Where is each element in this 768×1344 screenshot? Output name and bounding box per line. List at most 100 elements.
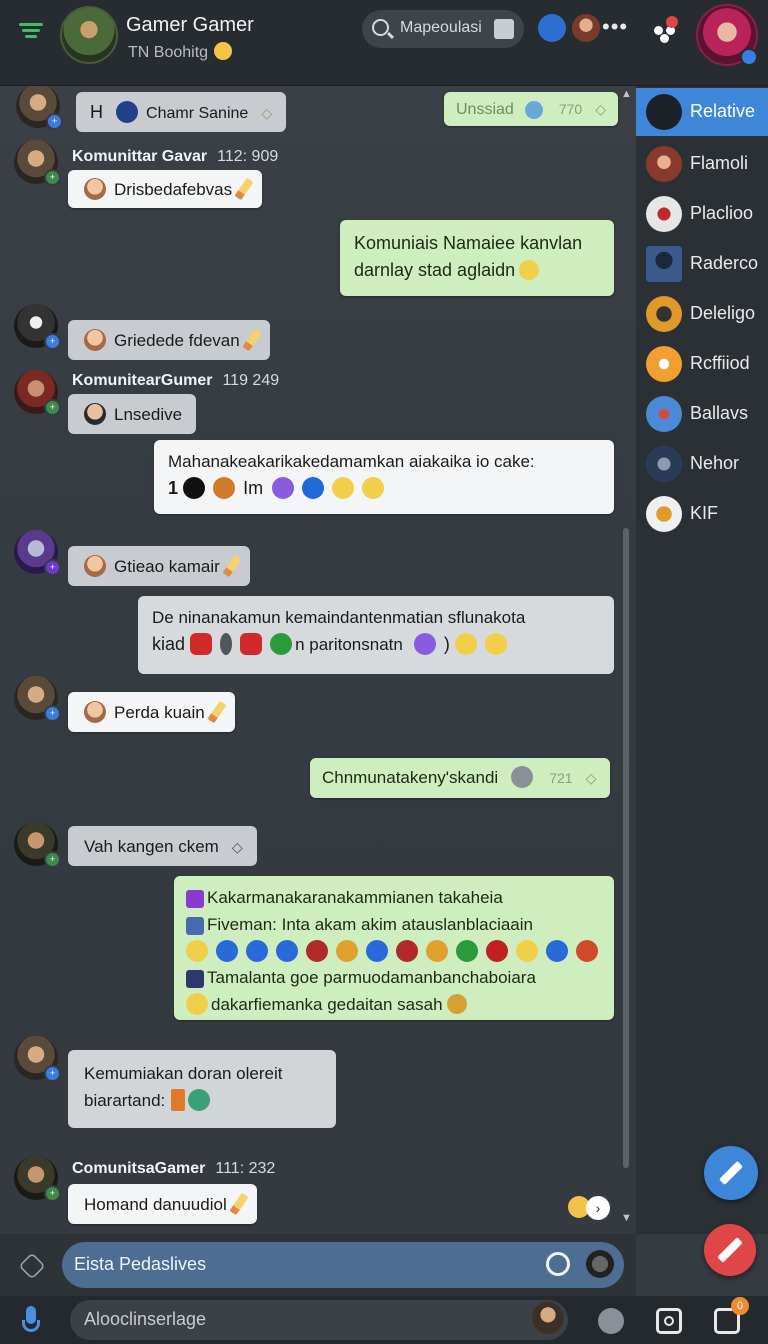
camera-icon[interactable] xyxy=(656,1308,682,1334)
message-bubble[interactable]: Kakarmanakaranakammianen takaheia Fivema… xyxy=(174,876,614,1020)
attach-icon[interactable] xyxy=(18,1252,46,1280)
message-bubble[interactable]: H Chamr Sanine ◇ xyxy=(76,92,287,132)
status-badge: + xyxy=(44,399,61,416)
message-text: Chamr Sanine xyxy=(146,105,249,122)
search-input[interactable]: Mapeoulasi xyxy=(362,10,524,48)
pencil-icon xyxy=(229,1192,249,1216)
message-bubble[interactable]: Kemumiakan doran olereit biarartand: xyxy=(68,1050,336,1128)
blue-emoji-icon xyxy=(276,940,299,962)
edit-button[interactable] xyxy=(704,1224,756,1276)
compose-button[interactable] xyxy=(704,1146,758,1200)
message-time: 111: 232 xyxy=(215,1160,276,1177)
message-time: 112: 909 xyxy=(217,148,279,165)
inbox-icon[interactable]: 0 xyxy=(714,1297,749,1334)
sender-avatar[interactable]: + xyxy=(16,86,63,130)
pencil-icon xyxy=(242,328,262,352)
sender-avatar[interactable]: + xyxy=(14,1036,61,1082)
sidebar-item-kif[interactable]: KIF xyxy=(636,490,768,538)
message-bubble[interactable]: Komuniais Namaiee kanvlan darnlay stad a… xyxy=(340,220,614,296)
more-icon[interactable]: ••• xyxy=(602,14,628,40)
profile-avatar[interactable] xyxy=(696,4,758,66)
scrollbar[interactable] xyxy=(623,528,629,1168)
chat-avatar[interactable] xyxy=(60,6,118,64)
friend-avatar[interactable] xyxy=(572,14,600,42)
pin-icon xyxy=(220,633,233,655)
message-list[interactable]: + H Chamr Sanine ◇ Unssiad 770 ◇ + Komun… xyxy=(0,86,636,1234)
message-line: n paritonsnatn xyxy=(295,635,403,654)
sidebar-item-nehor[interactable]: Nehor xyxy=(636,440,768,488)
sidebar-item-raderco[interactable]: Raderco xyxy=(636,240,768,288)
sticker-icon[interactable] xyxy=(546,1252,570,1276)
sender-avatar[interactable]: + xyxy=(14,822,61,868)
message-bubble[interactable]: De ninanakamun kemaindantenmatian sfluna… xyxy=(138,596,614,674)
sender-avatar[interactable]: + xyxy=(14,676,61,722)
gamepad-icon[interactable] xyxy=(598,1308,624,1334)
red-emoji-icon xyxy=(486,940,509,962)
mic-icon[interactable] xyxy=(18,1306,44,1336)
smile-emoji-icon xyxy=(454,633,477,655)
sidebar-item-placlioo[interactable]: Placlioo xyxy=(636,190,768,238)
green-emoji-icon xyxy=(188,1089,211,1111)
message-bubble[interactable]: Griedede fdevan xyxy=(68,320,270,360)
sender-avatar[interactable]: + xyxy=(14,530,61,576)
message-bubble[interactable]: Lnsedive xyxy=(68,394,197,434)
sidebar-item-rcffiiod[interactable]: Rcffiiod xyxy=(636,340,768,388)
sidebar-item-label: Relative xyxy=(690,101,756,121)
send-avatar-icon[interactable] xyxy=(586,1250,614,1278)
message-bubble[interactable]: Unssiad 770 ◇ xyxy=(444,92,618,126)
book-icon xyxy=(171,1089,186,1111)
face-icon xyxy=(84,403,106,425)
sender-avatar[interactable]: + xyxy=(14,304,61,350)
contact-avatar xyxy=(646,496,682,532)
sender-avatar[interactable]: + xyxy=(14,140,61,186)
message-bubble[interactable]: Vah kangen ckem ◇ xyxy=(68,826,257,866)
sender-name: KomunitearGumer 119 249 xyxy=(72,372,279,390)
status-badge: + xyxy=(44,1185,61,1202)
scroll-down-icon[interactable]: ▼ xyxy=(621,1212,632,1224)
green-emoji-icon xyxy=(456,940,479,962)
sidebar-item-deleligo[interactable]: Deleligo xyxy=(636,290,768,338)
message-bubble[interactable]: Drisbedafebvas xyxy=(68,170,263,208)
message-text: Gtieao kamair xyxy=(114,557,220,576)
status-badge: + xyxy=(44,705,61,722)
sidebar-item-flamoli[interactable]: Flamoli xyxy=(636,140,768,188)
message-line: Fiveman: Inta akam akim atauslanblaciaai… xyxy=(207,915,533,934)
sidebar-item-relative[interactable]: Relative xyxy=(636,88,768,136)
contact-avatar xyxy=(646,146,682,182)
status-badge xyxy=(740,48,758,66)
notification-icon[interactable] xyxy=(650,14,680,44)
message-line: Kemumiakan doran olereit xyxy=(84,1064,283,1083)
message-bubble[interactable]: Perda kuain xyxy=(68,692,235,732)
sidebar-item-label: Placlioo xyxy=(690,203,754,223)
message-line: darnlay stad aglaidn xyxy=(354,260,516,280)
chat-subtitle: TN Boohitg xyxy=(128,42,233,62)
chevron-right-icon[interactable]: › xyxy=(586,1196,610,1220)
secondary-input[interactable]: Alooclinserlage xyxy=(70,1300,568,1340)
sidebar-item-label: KIF xyxy=(690,503,719,523)
sender-avatar[interactable]: + xyxy=(14,1156,61,1202)
message-bubble[interactable]: Mahanakeakarikakedamamkan aiakaika io ca… xyxy=(154,440,614,514)
message-input-text: Eista Pedaslives xyxy=(74,1254,207,1274)
sidebar-item-ballavs[interactable]: Ballavs xyxy=(636,390,768,438)
message-bubble[interactable]: Gtieao kamair xyxy=(68,546,250,586)
chat-title: Gamer Gamer xyxy=(126,14,254,36)
message-text: Vah kangen ckem xyxy=(84,837,219,856)
user-avatar[interactable] xyxy=(532,1302,564,1334)
message-text: Chnmunatakeny'skandi xyxy=(322,768,499,787)
red-emoji-icon xyxy=(576,940,599,962)
message-bubble[interactable]: Chnmunatakeny'skandi 721 ◇ xyxy=(310,758,611,798)
scroll-up-icon[interactable]: ▲ xyxy=(621,88,632,100)
cookie-emoji-icon xyxy=(446,994,467,1014)
message-line: De ninanakamun kemaindantenmatian sfluna… xyxy=(152,608,526,627)
message-bubble[interactable]: Homand danuudiol xyxy=(68,1184,257,1224)
group-icon[interactable] xyxy=(538,14,566,42)
message-line: Tamalanta goe parmuodamanbanchaboiara xyxy=(207,968,536,987)
sender-name: ComunitsaGamer 111: 232 xyxy=(72,1160,275,1178)
sender-avatar[interactable]: + xyxy=(14,370,61,416)
menu-icon[interactable] xyxy=(16,20,46,44)
blue-emoji-icon xyxy=(302,477,325,499)
message-text: Drisbedafebvas xyxy=(114,180,233,199)
message-input[interactable]: Eista Pedaslives xyxy=(62,1242,624,1288)
bottom-bar: Alooclinserlage 0 xyxy=(0,1296,768,1344)
status-badge: + xyxy=(44,851,61,868)
